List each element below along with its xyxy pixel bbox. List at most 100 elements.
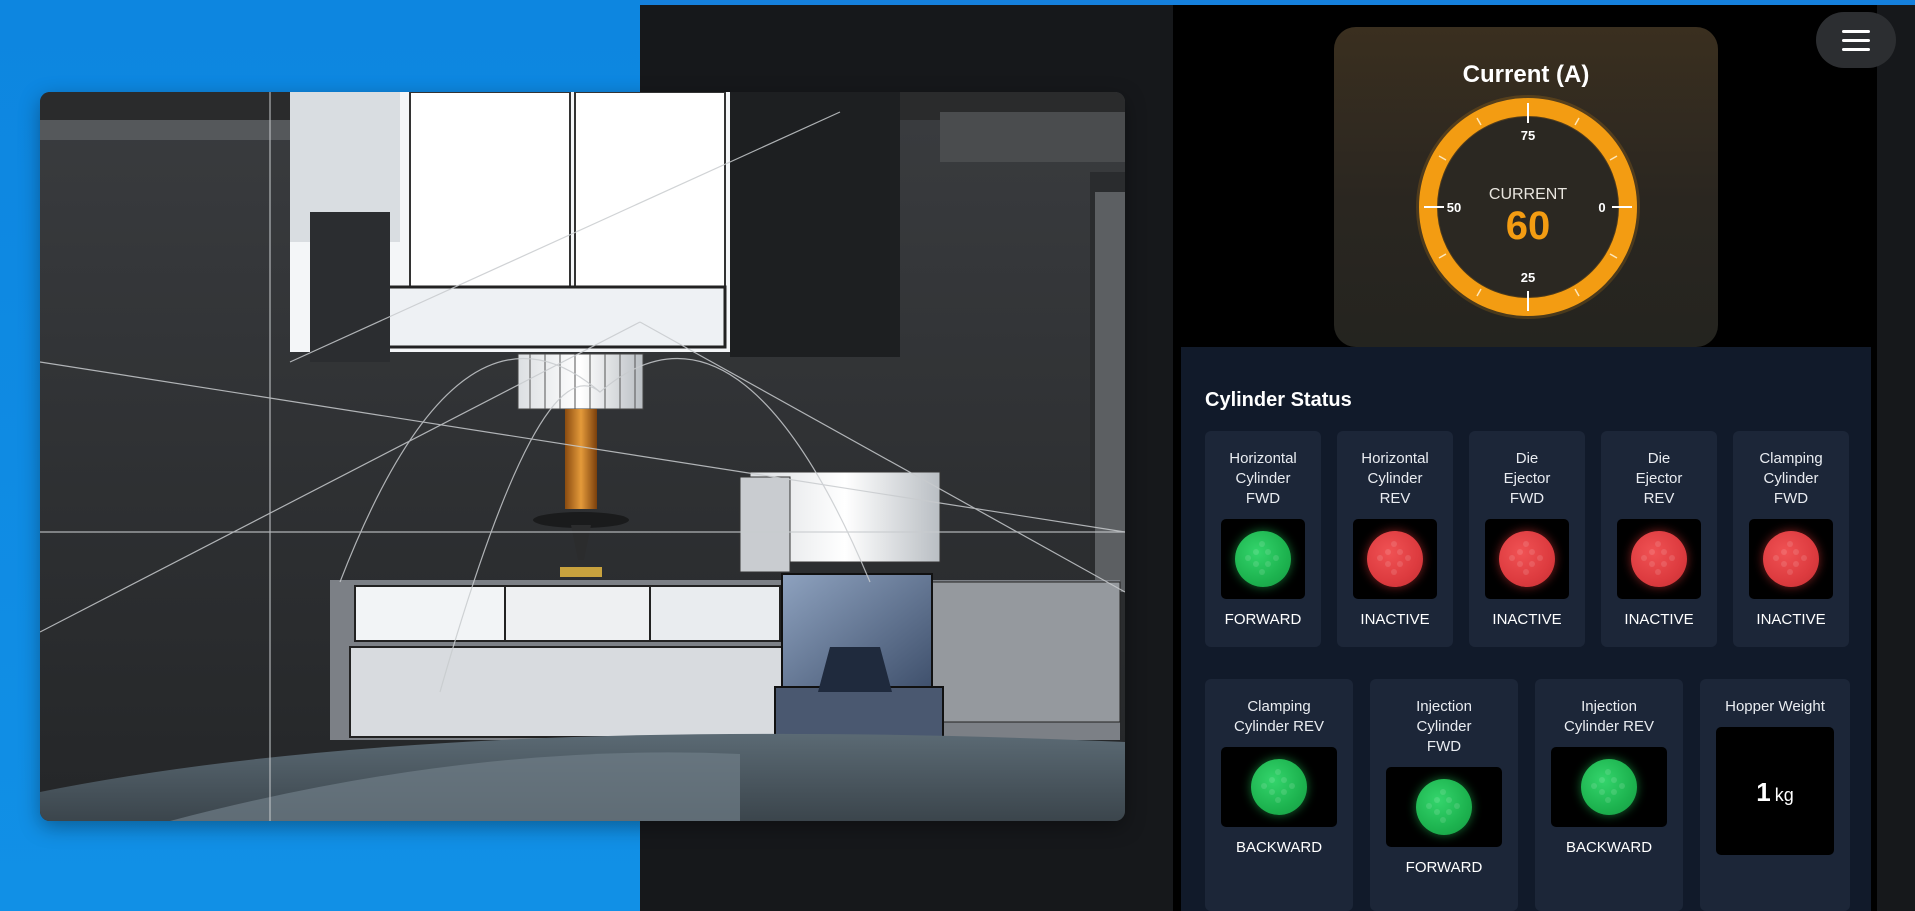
- machine-3d-viewport[interactable]: [40, 92, 1125, 821]
- cylinder-card: Injection Cylinder REV BACKWARD: [1535, 679, 1683, 911]
- lamp-dot: [1649, 561, 1655, 567]
- cylinder-label: Injection Cylinder FWD: [1416, 698, 1472, 755]
- menu-button[interactable]: [1816, 12, 1896, 68]
- lamp-dot: [1793, 549, 1799, 555]
- hopper-weight-unit: kg: [1774, 785, 1794, 805]
- hopper-weight-card: Hopper Weight 1 kg: [1700, 679, 1850, 911]
- lamp-dot: [1641, 555, 1647, 561]
- lamp-dot: [1781, 549, 1787, 555]
- lamp-dot: [1781, 561, 1787, 567]
- lamp-dot: [1391, 569, 1397, 575]
- cylinder-card: Clamping Cylinder FWD INACTIVE: [1733, 431, 1849, 647]
- lamp-dot: [1661, 549, 1667, 555]
- cylinder-card: Horizontal Cylinder FWD FORWARD: [1205, 431, 1321, 647]
- lamp-dot: [1281, 789, 1287, 795]
- cylinder-label: Clamping Cylinder FWD: [1759, 450, 1823, 507]
- gauge-caption: CURRENT: [1489, 186, 1567, 203]
- cylinder-label: Die Ejector REV: [1635, 450, 1683, 507]
- lamp-dot: [1259, 569, 1265, 575]
- lamp-dot: [1517, 549, 1523, 555]
- lamp-dot: [1599, 777, 1605, 783]
- status-lamp-green: [1251, 759, 1307, 815]
- lamp-dot: [1440, 789, 1446, 795]
- lamp-dot: [1661, 561, 1667, 567]
- cylinder-card: Clamping Cylinder REV BACKWARD: [1205, 679, 1353, 911]
- lamp-dot: [1275, 769, 1281, 775]
- lamp-dot: [1446, 809, 1452, 815]
- hopper-weight-display: 1 kg: [1716, 727, 1834, 855]
- cylinder-state: BACKWARD: [1565, 839, 1653, 856]
- machine-3d-render: [40, 92, 1125, 821]
- gauge-value: 60: [1506, 204, 1551, 248]
- cylinder-state: INACTIVE: [1360, 611, 1430, 628]
- lamp-dot: [1273, 555, 1279, 561]
- lamp-dot: [1801, 555, 1807, 561]
- lamp-dot: [1787, 541, 1793, 547]
- gauge-tick-left: 50: [1447, 200, 1461, 215]
- cylinder-status-title: Cylinder Status: [1205, 389, 1352, 411]
- lamp-dot: [1611, 789, 1617, 795]
- status-lamp-green: [1235, 531, 1291, 587]
- gauge-title: Current (A): [1462, 61, 1590, 88]
- lamp-dot: [1391, 541, 1397, 547]
- lamp-dot: [1529, 549, 1535, 555]
- lamp-dot: [1397, 549, 1403, 555]
- lamp-dot: [1655, 569, 1661, 575]
- status-lamp-green: [1581, 759, 1637, 815]
- lamp-dot: [1793, 561, 1799, 567]
- status-light-box: [1221, 747, 1337, 827]
- cylinder-card: Die Ejector FWD INACTIVE: [1469, 431, 1585, 647]
- lamp-dot: [1405, 555, 1411, 561]
- cylinder-card: Injection Cylinder FWD FORWARD: [1370, 679, 1518, 911]
- lamp-dot: [1454, 803, 1460, 809]
- lamp-dot: [1281, 777, 1287, 783]
- gauge-tick-bottom: 25: [1521, 270, 1535, 285]
- lamp-dot: [1773, 555, 1779, 561]
- cylinder-state: FORWARD: [1405, 859, 1483, 876]
- cylinder-state: BACKWARD: [1235, 839, 1323, 856]
- status-light-box: [1749, 519, 1833, 599]
- right-edge-background: [1877, 5, 1915, 911]
- lamp-dot: [1619, 783, 1625, 789]
- lamp-dot: [1269, 777, 1275, 783]
- lamp-dot: [1275, 797, 1281, 803]
- status-light-box: [1551, 747, 1667, 827]
- lamp-dot: [1509, 555, 1515, 561]
- cylinder-label: Clamping Cylinder REV: [1233, 698, 1325, 735]
- cylinder-label: Injection Cylinder REV: [1563, 698, 1655, 735]
- lamp-dot: [1377, 555, 1383, 561]
- lamp-dot: [1289, 783, 1295, 789]
- lamp-dot: [1245, 555, 1251, 561]
- lamp-dot: [1517, 561, 1523, 567]
- lamp-dot: [1434, 797, 1440, 803]
- status-lamp-green: [1416, 779, 1472, 835]
- status-lamp-red: [1631, 531, 1687, 587]
- gauge-tick-right: 0: [1598, 200, 1605, 215]
- menu-icon-line: [1842, 29, 1870, 33]
- lamp-dot: [1426, 803, 1432, 809]
- hopper-weight-value: 1: [1756, 777, 1771, 807]
- status-light-box: [1617, 519, 1701, 599]
- lamp-dot: [1446, 797, 1452, 803]
- lamp-dot: [1253, 549, 1259, 555]
- lamp-dot: [1649, 549, 1655, 555]
- lamp-dot: [1385, 549, 1391, 555]
- lamp-dot: [1537, 555, 1543, 561]
- lamp-dot: [1440, 817, 1446, 823]
- lamp-dot: [1655, 541, 1661, 547]
- lamp-dot: [1385, 561, 1391, 567]
- status-lamp-red: [1367, 531, 1423, 587]
- status-light-box: [1221, 519, 1305, 599]
- status-light-box: [1485, 519, 1569, 599]
- cylinder-state: INACTIVE: [1492, 611, 1562, 628]
- menu-icon-line: [1842, 38, 1870, 42]
- lamp-dot: [1529, 561, 1535, 567]
- cylinder-card: Horizontal Cylinder REV INACTIVE: [1337, 431, 1453, 647]
- cylinder-label: Horizontal Cylinder REV: [1361, 450, 1429, 507]
- lamp-dot: [1591, 783, 1597, 789]
- status-light-box: [1353, 519, 1437, 599]
- lamp-dot: [1523, 569, 1529, 575]
- cylinder-label: Horizontal Cylinder FWD: [1229, 450, 1297, 507]
- lamp-dot: [1397, 561, 1403, 567]
- status-lamp-red: [1499, 531, 1555, 587]
